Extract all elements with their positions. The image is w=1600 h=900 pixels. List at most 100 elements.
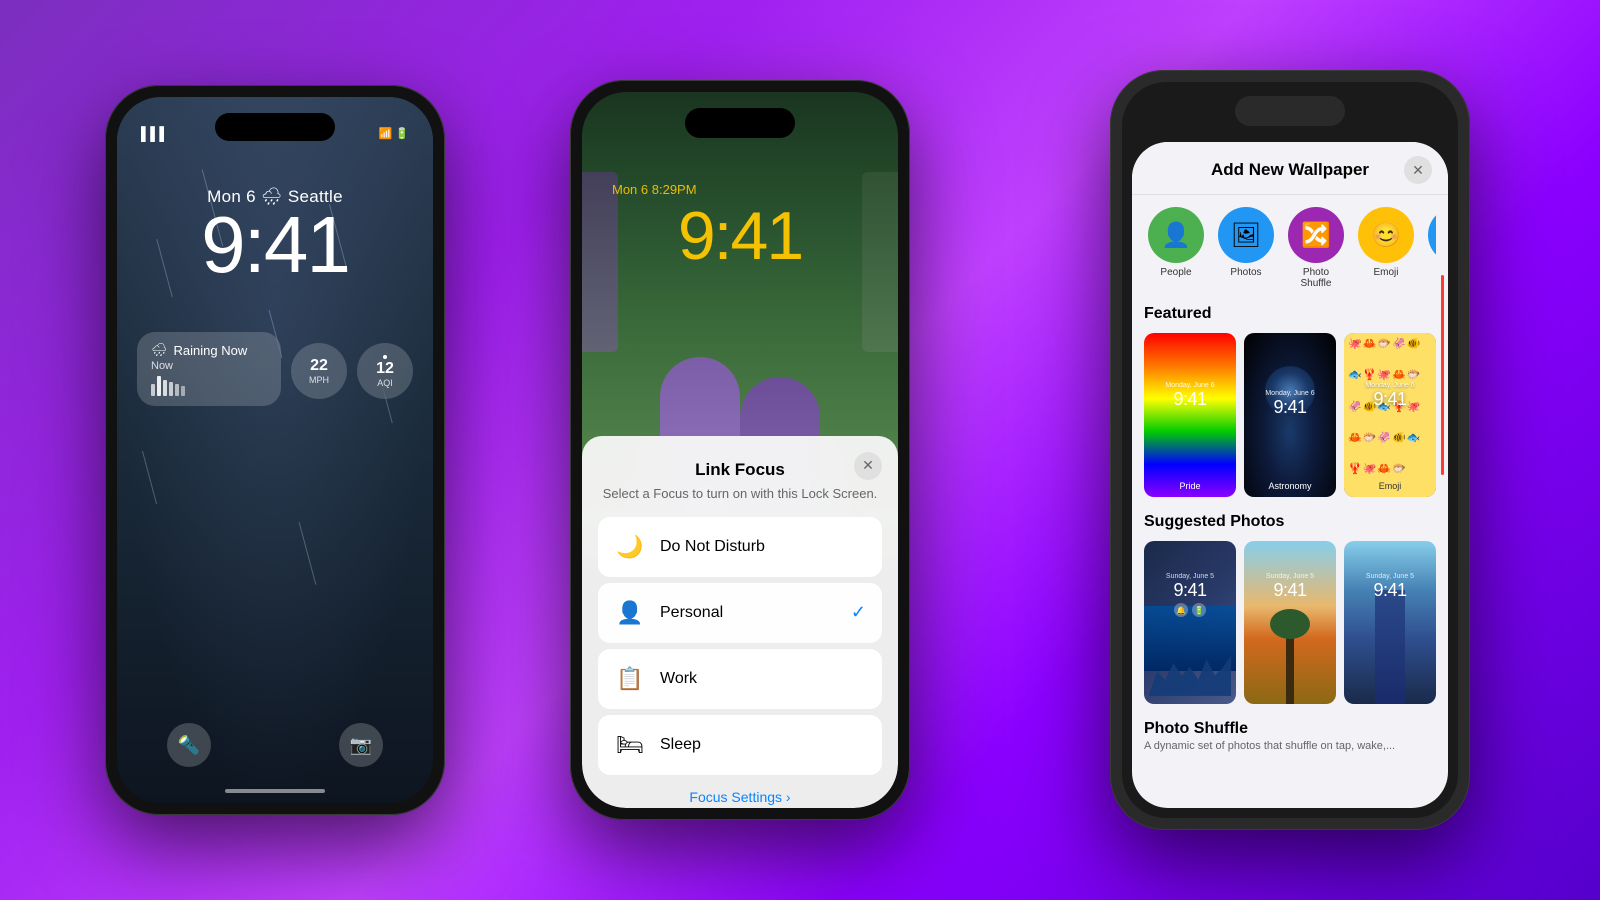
aqi-widget: 12 AQI — [357, 343, 413, 399]
focus-label-personal: Personal — [660, 604, 837, 622]
weather-widget: 🌧 Raining Now Now — [137, 332, 281, 406]
wp-type-photo-shuffle[interactable]: 🔀 Photo Shuffle — [1288, 207, 1344, 289]
rain-icon: 🌧 — [151, 342, 168, 358]
phone1-bottom-bar: 🔦 📷 — [117, 723, 433, 767]
personal-icon: 👤 — [614, 597, 646, 629]
camera-button[interactable]: 📷 — [339, 723, 383, 767]
astro-date: Monday, June 6 9:41 — [1244, 390, 1336, 418]
phone1-notch — [215, 113, 335, 141]
emoji-thumb-label: Emoji — [1344, 481, 1436, 491]
wp-type-photos[interactable]: 🖼 Photos — [1218, 207, 1274, 289]
photos-label: Photos — [1230, 267, 1261, 278]
shuffle-icon: 🔀 — [1301, 221, 1331, 250]
suggested-photos-title: Suggested Photos — [1144, 513, 1436, 531]
photo-time: 9:41 — [582, 197, 898, 275]
panel-body[interactable]: 👤 People 🖼 Photos — [1132, 195, 1448, 805]
phone1-outer: ▌▌▌ 📶 🔋 Mon 6 🌧 Seattle 9:41 🌧 Raining N… — [105, 85, 445, 815]
pride-label: Pride — [1144, 481, 1236, 491]
phone2-notch — [685, 108, 795, 138]
featured-title: Featured — [1144, 305, 1436, 323]
home-indicator — [225, 789, 325, 793]
emoji-bg: 🐙🦀🐡🦑 🐠🐟🦞🐙 🦀🐡🦑🐠 🐟🦞🐙🦀 🐡🦑🐠🐟 🦞🐙🦀🐡 — [1344, 333, 1436, 497]
link-focus-sheet: Link Focus Select a Focus to turn on wit… — [582, 436, 898, 808]
panel-header: Add New Wallpaper ✕ — [1132, 142, 1448, 195]
link-focus-subtitle: Select a Focus to turn on with this Lock… — [582, 486, 898, 501]
link-focus-close[interactable]: ✕ — [854, 452, 882, 480]
pride-bg — [1144, 333, 1236, 497]
phone3-screen: Add New Wallpaper ✕ 👤 — [1122, 82, 1458, 818]
status-icons: 📶 🔋 — [379, 127, 409, 140]
sp2-time: Sunday, June 5 9:41 — [1244, 573, 1336, 601]
wp-type-people[interactable]: 👤 People — [1148, 207, 1204, 289]
wp-type-weather[interactable]: ⛅ Weather — [1428, 207, 1436, 289]
photo-shuffle-title: Photo Shuffle — [1144, 720, 1436, 738]
link-focus-list: 🌙 Do Not Disturb 👤 Personal ✓ 📋 Work — [598, 517, 882, 775]
focus-label-sleep: Sleep — [660, 736, 866, 754]
flashlight-button[interactable]: 🔦 — [167, 723, 211, 767]
personal-checkmark: ✓ — [851, 602, 866, 623]
focus-item-personal[interactable]: 👤 Personal ✓ — [598, 583, 882, 643]
panel-title: Add New Wallpaper — [1176, 160, 1404, 180]
emoji-icon-circle: 😊 — [1358, 207, 1414, 263]
photo-shuffle-icon-circle: 🔀 — [1288, 207, 1344, 263]
weather-main: 🌧 Raining Now — [151, 342, 267, 358]
work-icon: 📋 — [614, 663, 646, 695]
suggested-grid: Sunday, June 5 9:41 🔔 🔋 — [1144, 541, 1436, 705]
photo-shuffle-label: Photo Shuffle — [1294, 267, 1338, 289]
phone1-mini-widgets: 22 MPH 12 AQI — [291, 343, 413, 399]
emoji-thumb[interactable]: 🐙🦀🐡🦑 🐠🐟🦞🐙 🦀🐡🦑🐠 🐟🦞🐙🦀 🐡🦑🐠🐟 🦞🐙🦀🐡 Mond — [1344, 333, 1436, 497]
focus-item-sleep[interactable]: 🛏 Sleep — [598, 715, 882, 775]
focus-label-work: Work — [660, 670, 866, 688]
astronomy-label: Astronomy — [1244, 481, 1336, 491]
suggested-thumb-1[interactable]: Sunday, June 5 9:41 🔔 🔋 — [1144, 541, 1236, 705]
featured-grid: Monday, June 6 9:41 Pride — [1144, 333, 1436, 497]
people-label: People — [1160, 267, 1191, 278]
photos-icon: 🖼 — [1231, 221, 1261, 250]
emoji-icon: 😊 — [1371, 221, 1401, 250]
signal-bars: ▌▌▌ — [141, 126, 169, 141]
people-icon: 👤 — [1161, 221, 1191, 250]
panel-close-button[interactable]: ✕ — [1404, 156, 1432, 184]
phone1-wrapper: ▌▌▌ 📶 🔋 Mon 6 🌧 Seattle 9:41 🌧 Raining N… — [30, 0, 520, 900]
focus-item-do-not-disturb[interactable]: 🌙 Do Not Disturb — [598, 517, 882, 577]
suggested-thumb-3[interactable]: Sunday, June 5 9:41 — [1344, 541, 1436, 705]
wp-type-emoji[interactable]: 😊 Emoji — [1358, 207, 1414, 289]
photos-icon-circle: 🖼 — [1218, 207, 1274, 263]
sp1-time: Sunday, June 5 9:41 🔔 🔋 — [1144, 573, 1236, 617]
sp3-time: Sunday, June 5 9:41 — [1344, 573, 1436, 601]
phone3-bg: Add New Wallpaper ✕ 👤 — [1122, 82, 1458, 818]
phone2-outer: + PHOTO — [570, 80, 910, 820]
focus-item-work[interactable]: 📋 Work — [598, 649, 882, 709]
do-not-disturb-icon: 🌙 — [614, 531, 646, 563]
phone3-outer: Add New Wallpaper ✕ 👤 — [1110, 70, 1470, 830]
emoji-time-display: Monday, June 6 9:41 — [1344, 382, 1436, 410]
flashlight-icon: 🔦 — [178, 735, 200, 756]
phone1-time: 9:41 — [117, 205, 433, 285]
photo-shuffle-section: Photo Shuffle A dynamic set of photos th… — [1144, 720, 1436, 752]
weather-icon-circle: ⛅ — [1428, 207, 1436, 263]
phone3-wrapper: Add New Wallpaper ✕ 👤 — [990, 0, 1590, 900]
wallpaper-type-icons: 👤 People 🖼 Photos — [1144, 207, 1436, 289]
focus-label-do-not-disturb: Do Not Disturb — [660, 538, 866, 556]
phone3-notch — [1235, 96, 1345, 126]
pride-date: Monday, June 6 9:41 — [1144, 382, 1236, 410]
suggested-thumb-2[interactable]: Sunday, June 5 9:41 — [1244, 541, 1336, 705]
wind-widget: 22 MPH — [291, 343, 347, 399]
emoji-label: Emoji — [1373, 267, 1398, 278]
phone2-screen: + PHOTO — [582, 92, 898, 808]
add-wallpaper-panel: Add New Wallpaper ✕ 👤 — [1132, 142, 1448, 808]
phone1-weather-bar: 🌧 Raining Now Now — [137, 332, 413, 406]
phone2-wrapper: + PHOTO — [460, 0, 1020, 900]
focus-settings-link[interactable]: Focus Settings › — [582, 789, 898, 805]
phone1-screen: ▌▌▌ 📶 🔋 Mon 6 🌧 Seattle 9:41 🌧 Raining N… — [117, 97, 433, 803]
camera-icon: 📷 — [350, 735, 372, 756]
astronomy-thumb[interactable]: Monday, June 6 9:41 Astronomy — [1244, 333, 1336, 497]
scroll-indicator — [1441, 275, 1444, 475]
weather-sub: Now — [151, 360, 267, 372]
photo-date: Mon 6 8:29PM — [612, 182, 697, 197]
sleep-icon: 🛏 — [614, 729, 646, 761]
photo-shuffle-desc: A dynamic set of photos that shuffle on … — [1144, 740, 1436, 752]
link-focus-title: Link Focus — [582, 436, 898, 480]
people-icon-circle: 👤 — [1148, 207, 1204, 263]
pride-thumb[interactable]: Monday, June 6 9:41 Pride — [1144, 333, 1236, 497]
